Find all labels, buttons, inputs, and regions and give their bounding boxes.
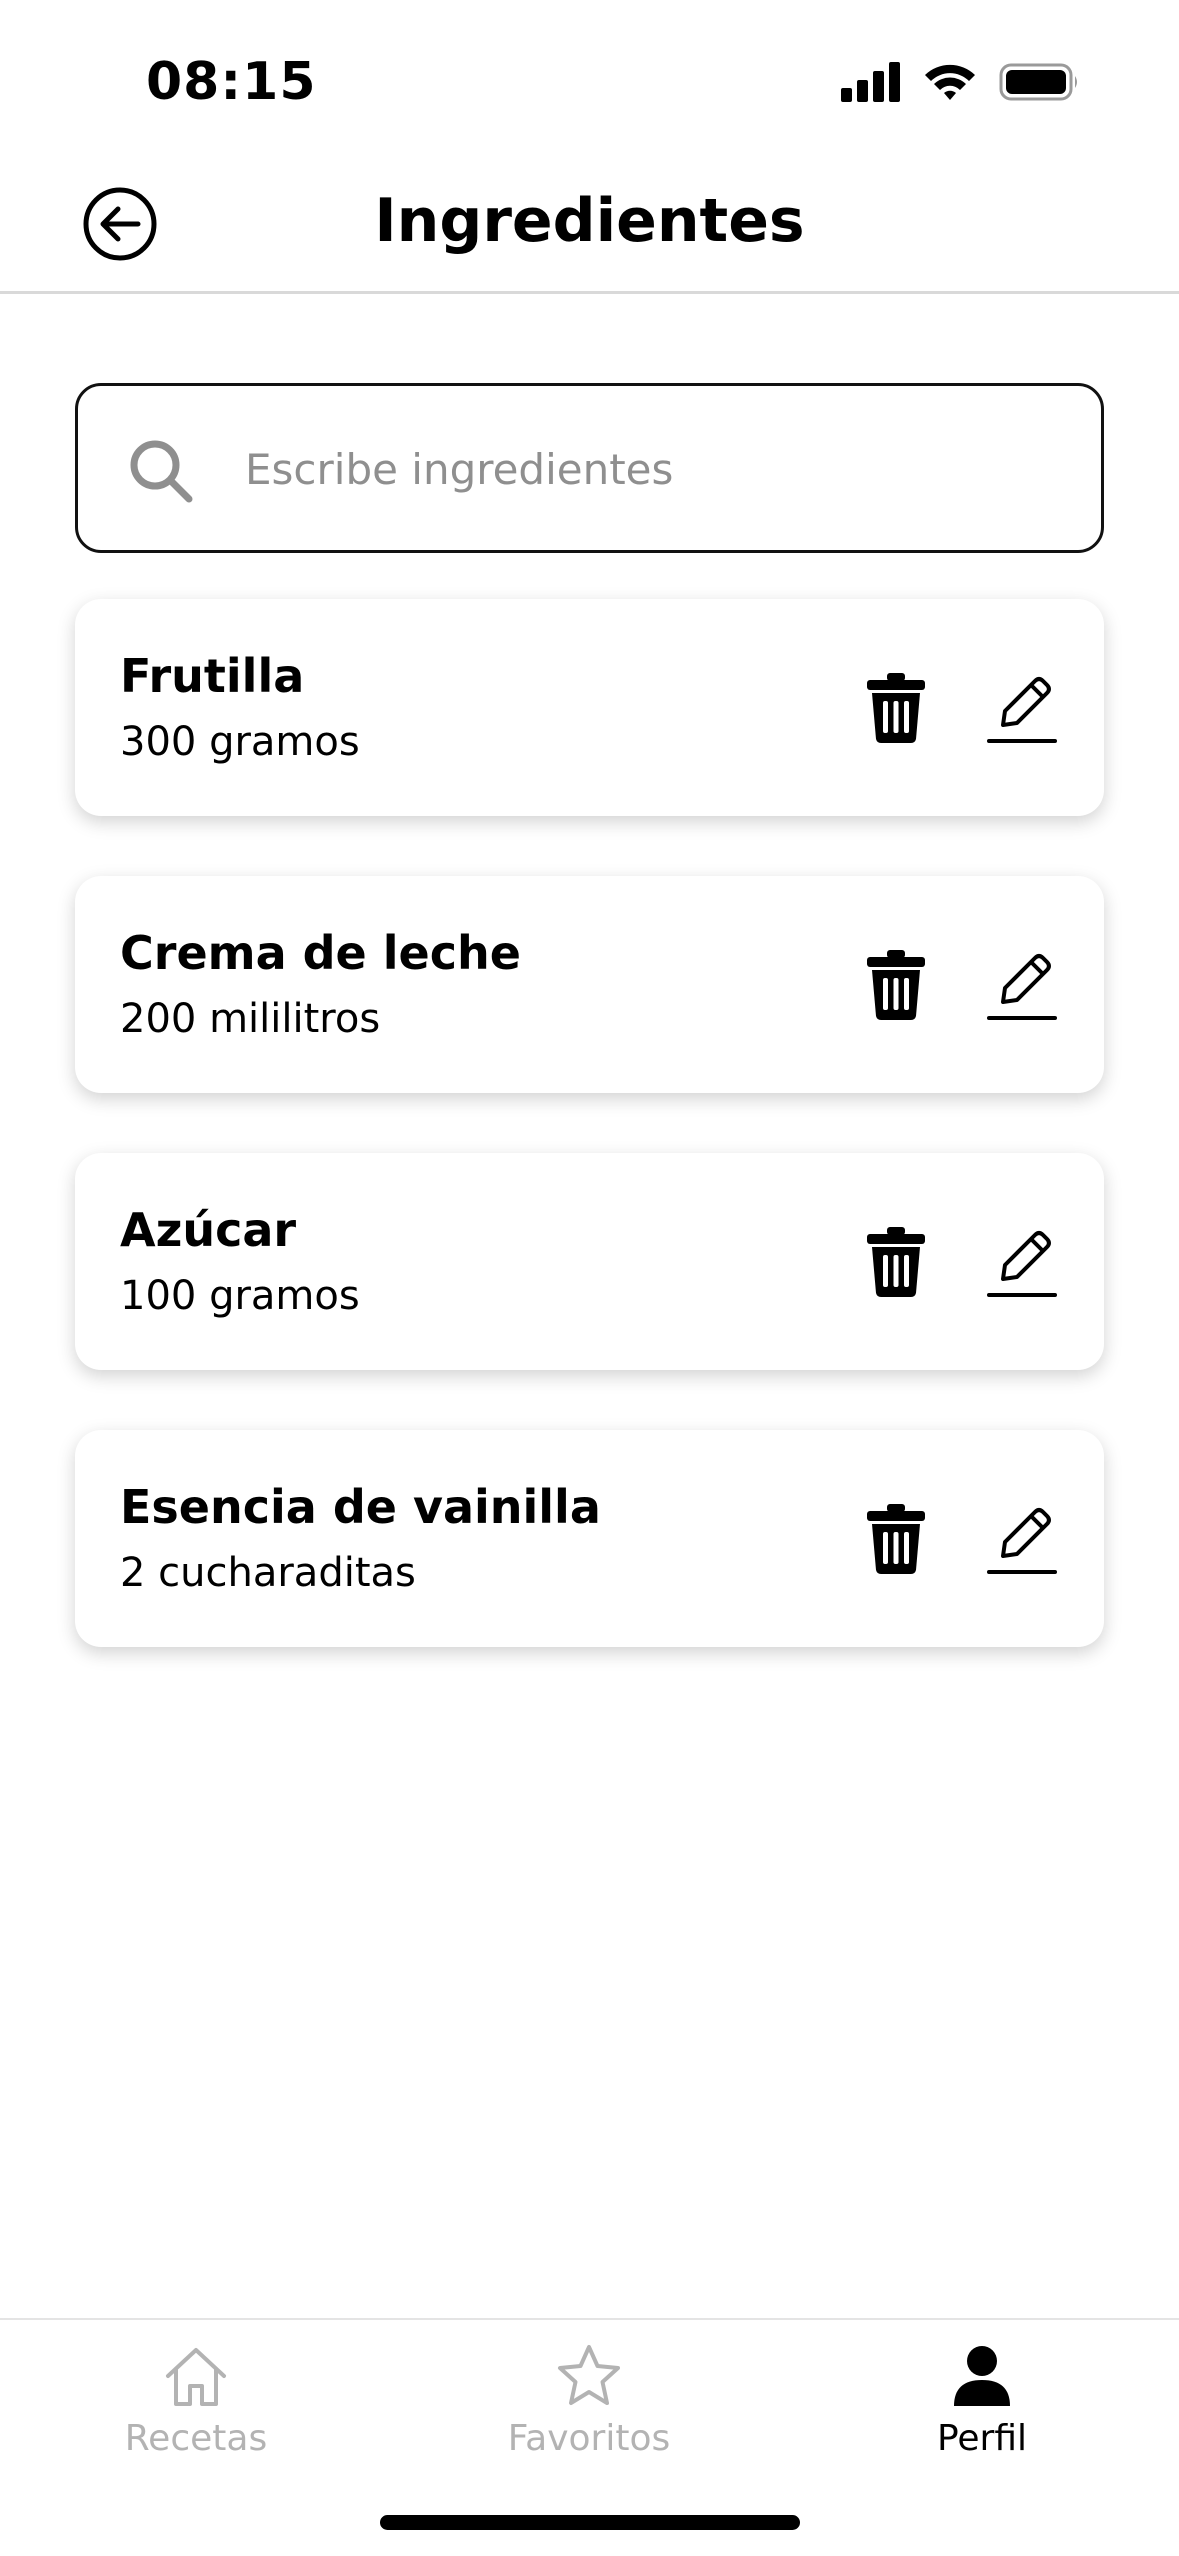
home-icon bbox=[166, 2348, 226, 2406]
search-input[interactable] bbox=[243, 426, 1063, 512]
delete-button[interactable] bbox=[865, 673, 927, 743]
battery-icon bbox=[999, 63, 1077, 101]
ingredient-quantity: 2 cucharaditas bbox=[120, 1550, 416, 1596]
nav-label: Recetas bbox=[124, 2418, 268, 2459]
ingredient-quantity: 100 gramos bbox=[120, 1273, 360, 1319]
nav-label: Perfil bbox=[936, 2418, 1028, 2459]
trash-icon bbox=[867, 1227, 925, 1297]
trash-icon bbox=[867, 950, 925, 1020]
status-icons bbox=[841, 62, 1081, 102]
ingredient-card: Azúcar 100 gramos bbox=[75, 1153, 1104, 1370]
search-bar[interactable] bbox=[75, 383, 1104, 553]
wifi-icon bbox=[925, 64, 975, 100]
ingredient-name: Esencia de vainilla bbox=[120, 1480, 601, 1534]
delete-button[interactable] bbox=[865, 1227, 927, 1297]
ingredient-quantity: 200 mililitros bbox=[120, 996, 381, 1042]
trash-icon bbox=[867, 673, 925, 743]
ingredient-card: Esencia de vainilla 2 cucharaditas bbox=[75, 1430, 1104, 1647]
search-icon bbox=[130, 440, 193, 503]
edit-button[interactable] bbox=[987, 1227, 1057, 1299]
page-title: Ingredientes bbox=[374, 186, 805, 256]
nav-item-recetas[interactable]: Recetas bbox=[76, 2342, 316, 2459]
ingredient-name: Crema de leche bbox=[120, 926, 521, 980]
status-bar: 08:15 bbox=[0, 0, 1179, 170]
star-icon bbox=[558, 2345, 620, 2405]
nav-item-perfil[interactable]: Perfil bbox=[862, 2342, 1102, 2459]
edit-button[interactable] bbox=[987, 950, 1057, 1022]
nav-label: Favoritos bbox=[507, 2418, 671, 2459]
ingredients-screen: 08:15 Ingredientes Escribe ingredientes … bbox=[0, 0, 1179, 2556]
nav-item-favoritos[interactable]: Favoritos bbox=[469, 2342, 709, 2459]
ingredient-card: Crema de leche 200 mililitros bbox=[75, 876, 1104, 1093]
delete-button[interactable] bbox=[865, 1504, 927, 1574]
pencil-icon bbox=[987, 1231, 1057, 1297]
ingredient-card: Frutilla 300 gramos bbox=[75, 599, 1104, 816]
edit-button[interactable] bbox=[987, 1504, 1057, 1576]
pencil-icon bbox=[987, 954, 1057, 1020]
delete-button[interactable] bbox=[865, 950, 927, 1020]
header: Ingredientes bbox=[0, 170, 1179, 294]
home-indicator bbox=[380, 2515, 800, 2530]
ingredient-quantity: 300 gramos bbox=[120, 719, 360, 765]
status-time: 08:15 bbox=[146, 52, 317, 112]
cellular-signal-icon bbox=[841, 62, 900, 102]
edit-button[interactable] bbox=[987, 673, 1057, 745]
ingredient-name: Azúcar bbox=[120, 1203, 297, 1257]
pencil-icon bbox=[987, 677, 1057, 743]
trash-icon bbox=[867, 1504, 925, 1574]
ingredient-name: Frutilla bbox=[120, 649, 305, 703]
pencil-icon bbox=[987, 1508, 1057, 1574]
ingredient-list: Frutilla 300 gramos Crema de leche 200 m… bbox=[75, 599, 1104, 1707]
person-icon bbox=[954, 2346, 1010, 2406]
